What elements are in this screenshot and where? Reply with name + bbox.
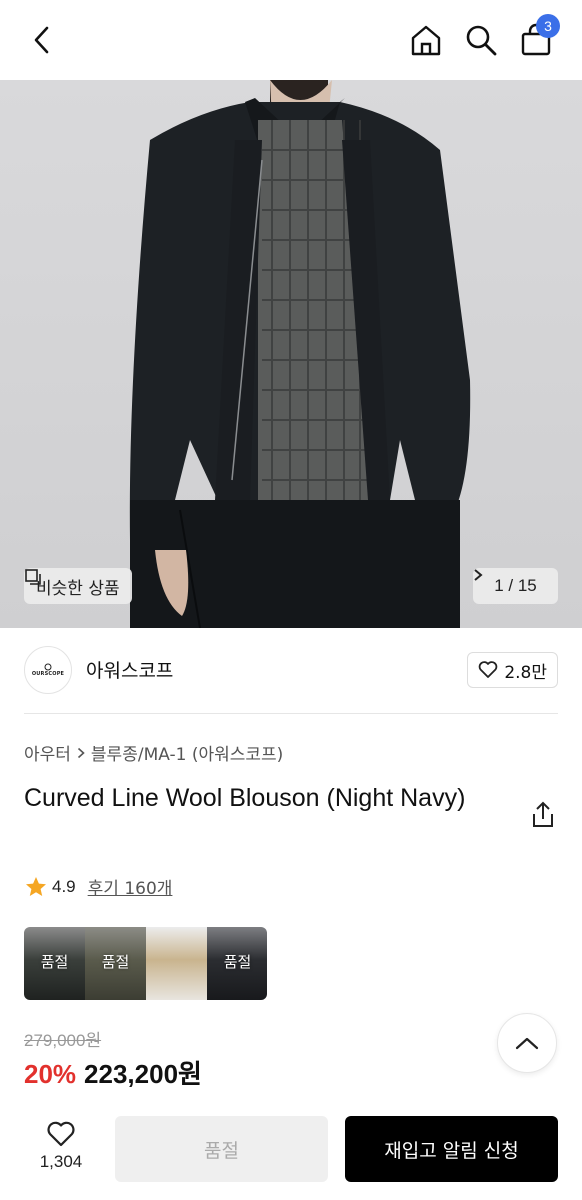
similar-products-button[interactable]: 비슷한 상품 <box>24 568 132 604</box>
cart-count-badge: 3 <box>536 14 560 38</box>
brand-logo-text: OURSCOPE <box>31 671 65 677</box>
product-photo <box>129 80 471 628</box>
brand-row: OURSCOPE 아워스코프 2.8만 <box>0 628 582 714</box>
swatch-soldout-label: 품절 <box>101 953 130 971</box>
color-swatch[interactable] <box>146 927 207 1000</box>
share-button[interactable] <box>530 800 556 830</box>
image-pager[interactable]: 1 / 15 <box>473 568 558 604</box>
wishlist-button[interactable]: 1,304 <box>30 1120 92 1172</box>
star-icon <box>26 876 46 896</box>
brand-emblem-icon <box>44 663 52 671</box>
home-icon <box>411 25 441 56</box>
price-row: 20% 223,200원 <box>24 1054 202 1091</box>
cart-button[interactable]: 3 <box>516 14 560 60</box>
restock-alert-button[interactable]: 재입고 알림 신청 <box>345 1116 558 1182</box>
sale-price: 223,200원 <box>84 1059 202 1089</box>
rating-score: 4.9 <box>52 876 76 896</box>
breadcrumb: 아우터 블루종/MA-1 (아워스코프) <box>24 740 283 765</box>
search-button[interactable] <box>461 20 501 60</box>
breadcrumb-category[interactable]: 아우터 <box>24 740 71 765</box>
breadcrumb-subcategory[interactable]: 블루종/MA-1 (아워스코프) <box>91 740 283 765</box>
home-button[interactable] <box>406 20 446 60</box>
similar-products-label: 비슷한 상품 <box>36 578 120 599</box>
discount-rate: 20% <box>24 1059 77 1089</box>
swatch-soldout-label: 품절 <box>40 953 69 971</box>
heart-icon <box>479 661 498 678</box>
image-page-indicator: 1 / 15 <box>494 576 537 595</box>
color-swatch[interactable]: 품절 <box>24 927 85 1000</box>
brand-logo[interactable]: OURSCOPE <box>24 646 72 694</box>
copy-squares-icon <box>25 569 41 585</box>
top-nav-bar: 3 <box>0 0 582 80</box>
original-price: 279,000원 <box>24 1031 102 1050</box>
color-swatch[interactable]: 품절 <box>85 927 146 1000</box>
soldout-button[interactable]: 품절 <box>115 1116 328 1182</box>
brand-name[interactable]: 아워스코프 <box>86 656 173 683</box>
rating-row: 4.9 후기 160개 <box>24 874 172 899</box>
swatch-soldout-label: 품절 <box>223 953 252 971</box>
chevron-right-icon <box>77 747 85 758</box>
share-icon <box>533 801 553 827</box>
chevron-up-icon <box>515 1037 539 1050</box>
heart-icon <box>47 1121 75 1147</box>
bottom-action-bar: 1,304 품절 재입고 알림 신청 <box>0 1098 582 1200</box>
product-image-carousel[interactable]: 비슷한 상품 1 / 15 <box>0 80 582 628</box>
brand-like-count: 2.8만 <box>504 662 547 683</box>
brand-like-button[interactable]: 2.8만 <box>467 652 558 688</box>
chevron-left-icon <box>34 26 49 54</box>
reviews-link[interactable]: 후기 160개 <box>88 874 173 899</box>
back-button[interactable] <box>22 20 62 60</box>
color-swatch[interactable]: 품절 <box>207 927 267 1000</box>
chevron-right-icon <box>474 569 483 581</box>
divider <box>24 713 558 714</box>
product-title: Curved Line Wool Blouson (Night Navy) <box>24 784 466 812</box>
color-swatches: 품절 품절 품절 <box>24 927 267 1000</box>
search-icon <box>466 25 497 56</box>
wishlist-count: 1,304 <box>39 1152 83 1171</box>
scroll-to-top-button[interactable] <box>497 1013 557 1073</box>
